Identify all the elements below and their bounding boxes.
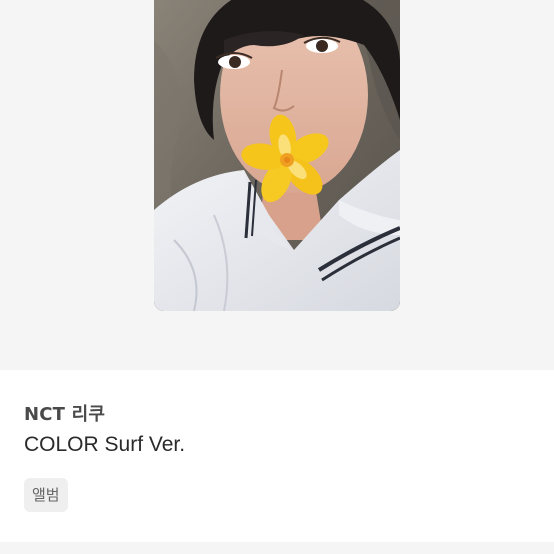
listing-title: COLOR Surf Ver.: [24, 433, 186, 456]
artist-label: NCT 리쿠: [24, 404, 106, 425]
product-image-area[interactable]: [0, 0, 554, 370]
photocard-image[interactable]: [154, 0, 400, 311]
bottom-divider: [0, 542, 554, 554]
photocard-illustration: [154, 0, 400, 311]
category-tag[interactable]: 앨범: [24, 478, 68, 512]
listing-info: NCT 리쿠 COLOR Surf Ver. 앨범: [0, 370, 554, 542]
